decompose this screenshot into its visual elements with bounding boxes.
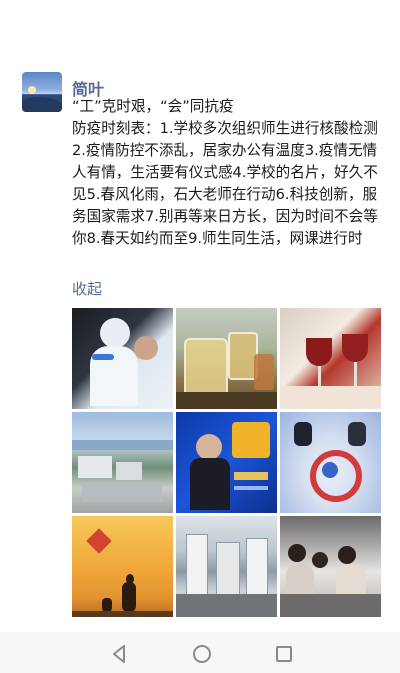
post-title-line: “工”克时艰，“会”同抗疫 <box>72 98 234 115</box>
curling-game-photo[interactable] <box>280 412 381 513</box>
back-icon[interactable] <box>108 642 132 666</box>
post-body-text: 防疫时刻表：1.学校多次组织师生进行核酸检测2.疫情防控不添乱，居家办公有温度3… <box>72 120 378 247</box>
post-content: “工”克时艰，“会”同抗疫 防疫时刻表：1.学校多次组织师生进行核酸检测2.疫情… <box>72 96 384 250</box>
classroom-photo[interactable] <box>280 516 381 617</box>
collapse-link[interactable]: 收起 <box>72 278 102 299</box>
avatar-sun <box>28 86 36 94</box>
avatar[interactable] <box>22 72 62 112</box>
photo-grid <box>72 308 384 618</box>
campus-aerial-photo[interactable] <box>72 412 173 513</box>
system-navbar <box>0 632 400 673</box>
poster-photo[interactable] <box>176 412 277 513</box>
moments-post: 简叶 “工”克时艰，“会”同抗疫 防疫时刻表：1.学校多次组织师生进行核酸检测2… <box>0 0 400 632</box>
kite-sunset-photo[interactable] <box>72 516 173 617</box>
teapot-photo[interactable] <box>176 308 277 409</box>
home-icon[interactable] <box>190 642 214 666</box>
avatar-hill <box>22 97 62 112</box>
buildings-photo[interactable] <box>176 516 277 617</box>
wine-glasses-photo[interactable] <box>280 308 381 409</box>
recents-icon[interactable] <box>272 642 296 666</box>
medical-worker-photo[interactable] <box>72 308 173 409</box>
